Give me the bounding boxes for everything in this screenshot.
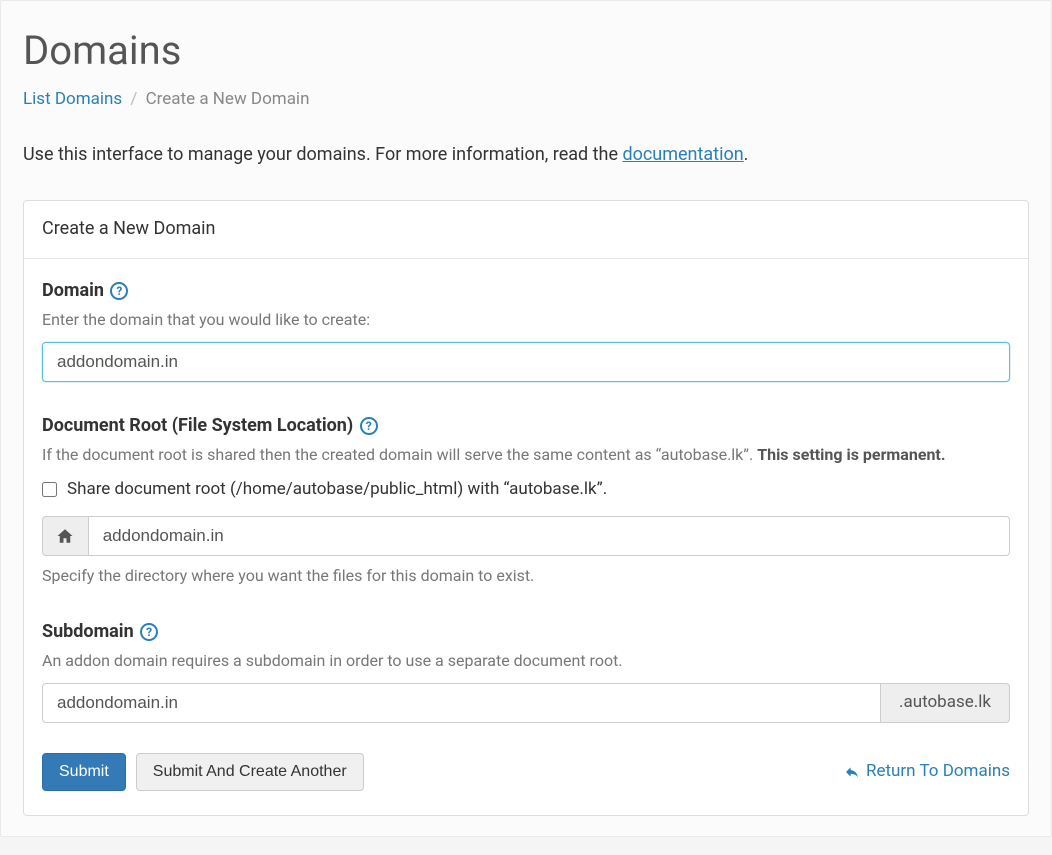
page-title: Domains xyxy=(23,21,1029,81)
subdomain-form-group: Subdomain ? An addon domain requires a s… xyxy=(42,618,1010,723)
home-icon xyxy=(42,516,88,556)
actions-row: Submit Submit And Create Another Return … xyxy=(42,753,1010,791)
breadcrumb-separator: / xyxy=(130,89,137,109)
domain-label: Domain xyxy=(42,280,104,301)
breadcrumb-current: Create a New Domain xyxy=(146,89,310,109)
subdomain-input[interactable] xyxy=(42,683,881,723)
share-docroot-checkbox[interactable] xyxy=(42,482,57,497)
documentation-link[interactable]: documentation xyxy=(622,144,743,165)
subdomain-label: Subdomain xyxy=(42,621,134,642)
breadcrumb-list-domains[interactable]: List Domains xyxy=(23,89,122,109)
domain-form-group: Domain ? Enter the domain that you would… xyxy=(42,277,1010,382)
reply-arrow-icon xyxy=(844,764,860,780)
docroot-hint-below: Specify the directory where you want the… xyxy=(42,564,1010,588)
breadcrumb: List Domains / Create a New Domain xyxy=(23,87,1029,113)
submit-another-button[interactable]: Submit And Create Another xyxy=(136,753,364,791)
intro-text: Use this interface to manage your domain… xyxy=(23,141,1029,168)
help-icon[interactable]: ? xyxy=(110,282,128,300)
share-docroot-row[interactable]: Share document root (/home/autobase/publ… xyxy=(42,477,1010,503)
docroot-hint: If the document root is shared then the … xyxy=(42,443,1010,467)
create-domain-panel: Create a New Domain Domain ? Enter the d… xyxy=(23,200,1029,817)
docroot-label: Document Root (File System Location) xyxy=(42,415,353,436)
help-icon[interactable]: ? xyxy=(360,417,378,435)
domain-input[interactable] xyxy=(42,342,1010,382)
docroot-input[interactable] xyxy=(88,516,1010,556)
subdomain-suffix: .autobase.lk xyxy=(881,683,1010,723)
share-docroot-label: Share document root (/home/autobase/publ… xyxy=(67,477,607,503)
return-to-domains-link[interactable]: Return To Domains xyxy=(844,759,1010,785)
docroot-form-group: Document Root (File System Location) ? I… xyxy=(42,412,1010,589)
domain-hint: Enter the domain that you would like to … xyxy=(42,308,1010,332)
panel-header: Create a New Domain xyxy=(24,201,1028,259)
subdomain-hint: An addon domain requires a subdomain in … xyxy=(42,649,1010,673)
help-icon[interactable]: ? xyxy=(140,623,158,641)
submit-button[interactable]: Submit xyxy=(42,753,126,791)
